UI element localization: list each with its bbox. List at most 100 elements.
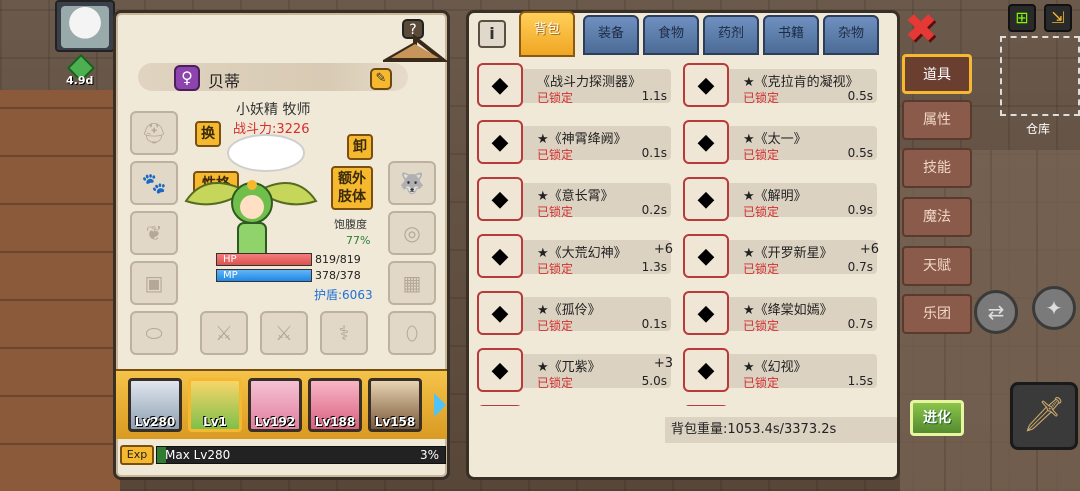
- side-tab-skills[interactable]: 技能: [902, 148, 972, 188]
- tab-backpack[interactable]: 背包: [519, 11, 575, 57]
- inventory-list[interactable]: ◆ 《战斗力探测器》 已锁定 1.1s ◆ ★《克拉肯的凝视》 已锁定 0.5s ◆ ★《神霄绛阙…: [477, 61, 895, 406]
- exp-percent: 3%: [419, 448, 439, 462]
- inventory-item[interactable]: ◆ ★《大荒幻神》 +6 已锁定 1.3s: [477, 234, 677, 278]
- mp-bar: MP: [216, 269, 312, 282]
- exp-text: Max Lv280: [165, 448, 231, 462]
- inventory-item[interactable]: ◆ ★《开罗新星》 +6 已锁定 0.7s: [683, 234, 883, 278]
- item-name: ★《大荒幻神》: [537, 246, 627, 261]
- minimap[interactable]: [1000, 36, 1080, 116]
- weapon-slot-2[interactable]: ⚔: [260, 311, 308, 355]
- edit-name-button[interactable]: ✎: [370, 68, 392, 90]
- tab-equipment[interactable]: 装备: [583, 15, 639, 55]
- item-weight: 1.1s: [641, 89, 667, 103]
- exit-icon[interactable]: ⇲: [1044, 4, 1072, 32]
- party-member-5[interactable]: Lv158: [368, 378, 422, 432]
- inventory-item[interactable]: ◆ ★《克拉肯的凝视》 已锁定 0.5s: [683, 63, 883, 107]
- item-icon: [477, 405, 523, 406]
- item-weight: 1.5s: [847, 374, 873, 388]
- player-avatar: [61, 6, 109, 48]
- helmet-slot[interactable]: ⛑: [130, 111, 178, 155]
- inventory-item[interactable]: ◆ 《战斗力探测器》 已锁定 1.1s: [477, 63, 677, 107]
- inventory-item[interactable]: ◆ ★《幻视》 已锁定 1.5s: [683, 348, 883, 392]
- item-weight: 5.0s: [641, 374, 667, 388]
- inventory-item[interactable]: ◆ ★《兀紫》 +3 已锁定 5.0s: [477, 348, 677, 392]
- player-portrait[interactable]: [55, 0, 115, 52]
- character-name: 贝蒂: [208, 72, 241, 91]
- tab-food[interactable]: 食物: [643, 15, 699, 55]
- item-weight: 0.7s: [847, 317, 873, 331]
- item-name: ★《神霄绛阙》: [537, 132, 627, 147]
- unequip-button[interactable]: 卸: [347, 134, 373, 160]
- tab-misc[interactable]: 杂物: [823, 15, 879, 55]
- inventory-item[interactable]: ◆ ★《神霄绛阙》 已锁定 0.1s: [477, 120, 677, 164]
- party-member-level: Lv158: [374, 415, 416, 429]
- extra-limb-button[interactable]: 额外 肢体: [331, 166, 373, 210]
- exp-bar: Max Lv280 3%: [156, 446, 446, 464]
- ring-icon: ◆: [477, 177, 523, 221]
- item-lock-status: 已锁定: [537, 376, 574, 390]
- extra-limb-label-2: 肢体: [338, 189, 366, 205]
- side-tab-talent[interactable]: 天赋: [902, 246, 972, 286]
- item-lock-status: 已锁定: [743, 148, 780, 162]
- boots-slot[interactable]: ▦: [388, 261, 436, 305]
- player-level-text: 4.9d: [66, 74, 94, 87]
- swap-arrows-icon[interactable]: ⇄: [974, 290, 1018, 334]
- party-next-arrow-icon[interactable]: [434, 393, 446, 417]
- shield-value: 护盾:6063: [314, 288, 373, 302]
- target-icon[interactable]: ✦: [1032, 286, 1076, 330]
- item-name: ★《解明》: [743, 189, 807, 204]
- party-member-3[interactable]: Lv192: [248, 378, 302, 432]
- party-member-level: Lv1: [203, 415, 227, 429]
- party-member-4[interactable]: Lv188: [308, 378, 362, 432]
- hp-bar: HP: [216, 253, 312, 266]
- evolve-button[interactable]: 进化: [910, 400, 964, 436]
- orb-icon: ◆: [683, 291, 729, 335]
- inventory-item[interactable]: ◆ ★《绛棠如嫣》 已锁定 0.7s: [683, 291, 883, 335]
- weapon-slot-1[interactable]: ⚔: [200, 311, 248, 355]
- map-floor-left: [0, 90, 120, 491]
- pet-slot[interactable]: 🐾: [130, 161, 178, 205]
- side-tab-magic[interactable]: 魔法: [902, 197, 972, 237]
- inventory-item-partial[interactable]: [683, 405, 883, 406]
- side-tab-items[interactable]: 道具: [902, 54, 972, 94]
- item-lock-status: 已锁定: [743, 376, 780, 390]
- character-class: 小妖精 牧师: [236, 102, 311, 118]
- close-icon[interactable]: ✖: [902, 9, 940, 50]
- side-tab-band[interactable]: 乐团: [902, 294, 972, 334]
- party-member-level: Lv188: [314, 415, 356, 429]
- beast-slot[interactable]: 🐺: [388, 161, 436, 205]
- inventory-item-partial[interactable]: [477, 405, 677, 406]
- inventory-item[interactable]: ◆ ★《解明》 已锁定 0.9s: [683, 177, 883, 221]
- side-tab-attributes[interactable]: 属性: [902, 100, 972, 140]
- item-name: ★《意长霄》: [537, 189, 614, 204]
- network-icon[interactable]: ⊞: [1008, 4, 1036, 32]
- cape-icon: ◆: [683, 177, 729, 221]
- accessory-slot[interactable]: ⬯: [388, 311, 436, 355]
- party-member-1[interactable]: Lv280: [128, 378, 182, 432]
- sword-icon: ◆: [683, 234, 729, 278]
- item-weight: 0.1s: [641, 317, 667, 331]
- tab-potion[interactable]: 药剂: [703, 15, 759, 55]
- amulet-icon: ◆: [477, 120, 523, 164]
- item-plus: +3: [653, 356, 673, 371]
- shield-slot[interactable]: ⬭: [130, 311, 178, 355]
- item-icon: [683, 405, 729, 406]
- tab-books[interactable]: 书籍: [763, 15, 819, 55]
- exp-tag: Exp: [120, 445, 154, 465]
- wing-slot[interactable]: ❦: [130, 211, 178, 255]
- item-weight: 0.5s: [847, 146, 873, 160]
- item-lock-status: 已锁定: [537, 319, 574, 333]
- info-button[interactable]: i: [478, 20, 506, 48]
- party-member-2[interactable]: Lv1: [188, 378, 242, 432]
- ring-slot[interactable]: ◎: [388, 211, 436, 255]
- weapon-slot-3[interactable]: ⚕: [320, 311, 368, 355]
- armor-slot[interactable]: ▣: [130, 261, 178, 305]
- inventory-item[interactable]: ◆ ★《太一》 已锁定 0.5s: [683, 120, 883, 164]
- inventory-item[interactable]: ◆ ★《孤伶》 已锁定 0.1s: [477, 291, 677, 335]
- scanner-icon: ◆: [477, 63, 523, 107]
- attack-sword-icon[interactable]: 🗡: [1010, 382, 1078, 450]
- inventory-panel: i 背包 装备 食物 药剂 书籍 杂物 ◆ 《战斗力探测器》 已锁定 1.1s ◆ ★《克…: [466, 10, 900, 480]
- item-weight: 0.7s: [847, 260, 873, 274]
- inventory-item[interactable]: ◆ ★《意长霄》 已锁定 0.2s: [477, 177, 677, 221]
- hanger-icon[interactable]: ?: [383, 18, 447, 66]
